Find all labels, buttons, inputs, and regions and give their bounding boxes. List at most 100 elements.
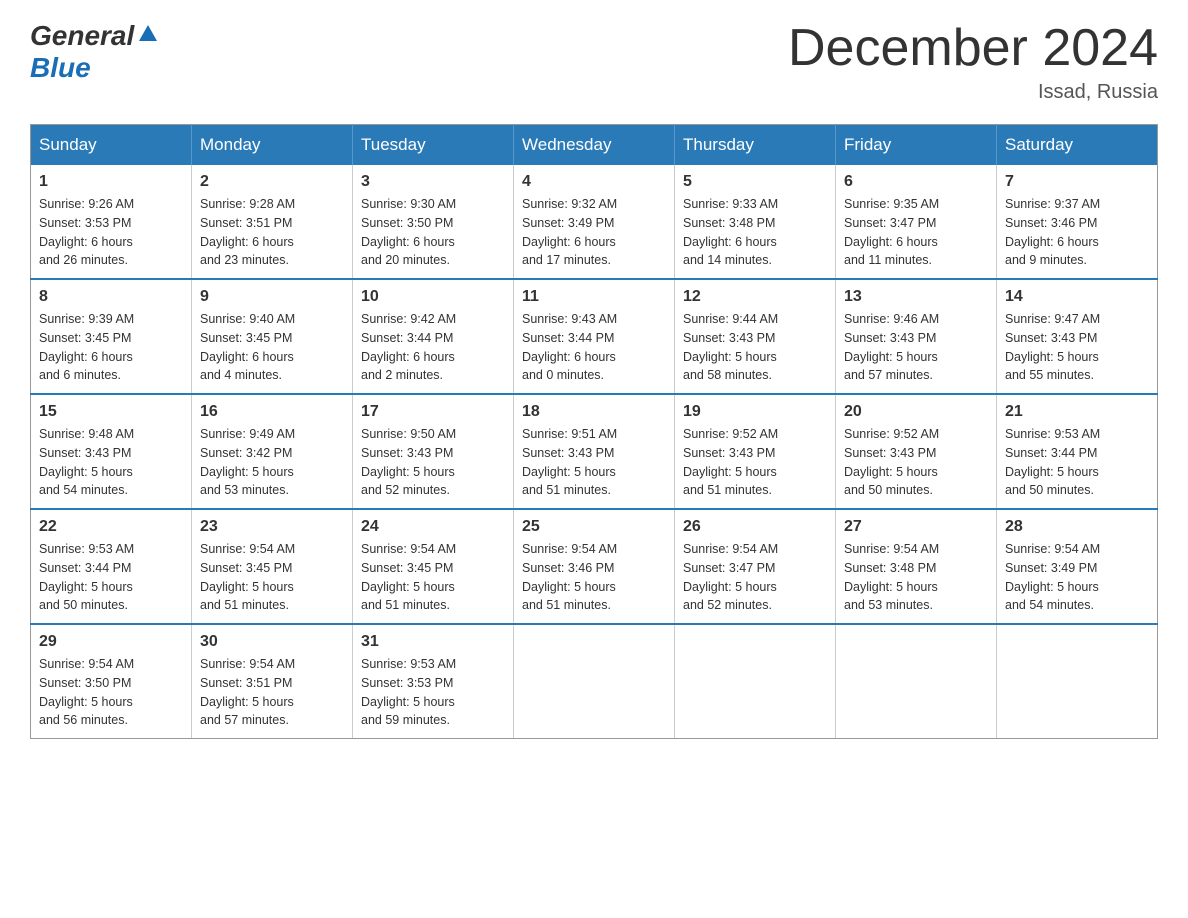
month-title: December 2024	[788, 20, 1158, 77]
day-info: Sunrise: 9:30 AMSunset: 3:50 PMDaylight:…	[361, 195, 505, 270]
day-number: 13	[844, 288, 988, 306]
calendar-cell	[514, 624, 675, 739]
day-number: 22	[39, 518, 183, 536]
calendar-cell: 15 Sunrise: 9:48 AMSunset: 3:43 PMDayligh…	[31, 394, 192, 509]
day-number: 9	[200, 288, 344, 306]
day-info: Sunrise: 9:48 AMSunset: 3:43 PMDaylight:…	[39, 425, 183, 500]
day-number: 10	[361, 288, 505, 306]
calendar-cell: 31 Sunrise: 9:53 AMSunset: 3:53 PMDayligh…	[353, 624, 514, 739]
calendar-cell: 25 Sunrise: 9:54 AMSunset: 3:46 PMDayligh…	[514, 509, 675, 624]
day-info: Sunrise: 9:51 AMSunset: 3:43 PMDaylight:…	[522, 425, 666, 500]
page-header: General Blue December 2024 Issad, Russia	[30, 20, 1158, 104]
day-info: Sunrise: 9:52 AMSunset: 3:43 PMDaylight:…	[683, 425, 827, 500]
day-number: 28	[1005, 518, 1149, 536]
calendar-cell: 3 Sunrise: 9:30 AMSunset: 3:50 PMDaylight…	[353, 165, 514, 279]
calendar-cell: 24 Sunrise: 9:54 AMSunset: 3:45 PMDayligh…	[353, 509, 514, 624]
calendar-cell: 11Sunrise: 9:43 AMSunset: 3:44 PMDayligh…	[514, 279, 675, 394]
logo-triangle-icon	[137, 23, 159, 45]
day-number: 15	[39, 403, 183, 421]
day-number: 21	[1005, 403, 1149, 421]
calendar-week-row: 15 Sunrise: 9:48 AMSunset: 3:43 PMDayligh…	[31, 394, 1158, 509]
day-info: Sunrise: 9:43 AMSunset: 3:44 PMDaylight:…	[522, 310, 666, 385]
calendar-cell: 12Sunrise: 9:44 AMSunset: 3:43 PMDayligh…	[675, 279, 836, 394]
calendar-cell: 30 Sunrise: 9:54 AMSunset: 3:51 PMDayligh…	[192, 624, 353, 739]
day-info: Sunrise: 9:54 AMSunset: 3:48 PMDaylight:…	[844, 540, 988, 615]
day-number: 2	[200, 173, 344, 191]
day-info: Sunrise: 9:28 AMSunset: 3:51 PMDaylight:…	[200, 195, 344, 270]
calendar-cell: 29 Sunrise: 9:54 AMSunset: 3:50 PMDayligh…	[31, 624, 192, 739]
calendar-cell: 2 Sunrise: 9:28 AMSunset: 3:51 PMDaylight…	[192, 165, 353, 279]
calendar-cell: 22Sunrise: 9:53 AMSunset: 3:44 PMDayligh…	[31, 509, 192, 624]
calendar-cell: 23 Sunrise: 9:54 AMSunset: 3:45 PMDayligh…	[192, 509, 353, 624]
header-thursday: Thursday	[675, 125, 836, 166]
day-info: Sunrise: 9:42 AMSunset: 3:44 PMDaylight:…	[361, 310, 505, 385]
header-friday: Friday	[836, 125, 997, 166]
header-saturday: Saturday	[997, 125, 1158, 166]
day-info: Sunrise: 9:52 AMSunset: 3:43 PMDaylight:…	[844, 425, 988, 500]
day-number: 4	[522, 173, 666, 191]
day-number: 5	[683, 173, 827, 191]
day-number: 29	[39, 633, 183, 651]
day-number: 18	[522, 403, 666, 421]
calendar-cell: 5 Sunrise: 9:33 AMSunset: 3:48 PMDaylight…	[675, 165, 836, 279]
day-info: Sunrise: 9:54 AMSunset: 3:50 PMDaylight:…	[39, 655, 183, 730]
calendar-cell: 4Sunrise: 9:32 AMSunset: 3:49 PMDaylight…	[514, 165, 675, 279]
day-info: Sunrise: 9:54 AMSunset: 3:45 PMDaylight:…	[200, 540, 344, 615]
day-info: Sunrise: 9:26 AMSunset: 3:53 PMDaylight:…	[39, 195, 183, 270]
day-number: 25	[522, 518, 666, 536]
day-info: Sunrise: 9:39 AMSunset: 3:45 PMDaylight:…	[39, 310, 183, 385]
calendar-cell: 1 Sunrise: 9:26 AMSunset: 3:53 PMDaylight…	[31, 165, 192, 279]
day-number: 30	[200, 633, 344, 651]
calendar-cell: 18 Sunrise: 9:51 AMSunset: 3:43 PMDayligh…	[514, 394, 675, 509]
logo: General Blue	[30, 20, 159, 84]
calendar-title-block: December 2024 Issad, Russia	[788, 20, 1158, 104]
day-info: Sunrise: 9:47 AMSunset: 3:43 PMDaylight:…	[1005, 310, 1149, 385]
day-info: Sunrise: 9:33 AMSunset: 3:48 PMDaylight:…	[683, 195, 827, 270]
calendar-cell: 28 Sunrise: 9:54 AMSunset: 3:49 PMDayligh…	[997, 509, 1158, 624]
calendar-cell: 14 Sunrise: 9:47 AMSunset: 3:43 PMDayligh…	[997, 279, 1158, 394]
day-number: 20	[844, 403, 988, 421]
calendar-week-row: 8Sunrise: 9:39 AMSunset: 3:45 PMDaylight…	[31, 279, 1158, 394]
calendar-week-row: 1 Sunrise: 9:26 AMSunset: 3:53 PMDaylight…	[31, 165, 1158, 279]
calendar-cell: 7Sunrise: 9:37 AMSunset: 3:46 PMDaylight…	[997, 165, 1158, 279]
day-info: Sunrise: 9:40 AMSunset: 3:45 PMDaylight:…	[200, 310, 344, 385]
day-info: Sunrise: 9:54 AMSunset: 3:51 PMDaylight:…	[200, 655, 344, 730]
day-info: Sunrise: 9:54 AMSunset: 3:49 PMDaylight:…	[1005, 540, 1149, 615]
header-sunday: Sunday	[31, 125, 192, 166]
calendar-cell: 19 Sunrise: 9:52 AMSunset: 3:43 PMDayligh…	[675, 394, 836, 509]
day-number: 24	[361, 518, 505, 536]
day-number: 23	[200, 518, 344, 536]
calendar-cell: 20 Sunrise: 9:52 AMSunset: 3:43 PMDayligh…	[836, 394, 997, 509]
day-number: 3	[361, 173, 505, 191]
calendar-cell: 8Sunrise: 9:39 AMSunset: 3:45 PMDaylight…	[31, 279, 192, 394]
calendar-cell: 17Sunrise: 9:50 AMSunset: 3:43 PMDayligh…	[353, 394, 514, 509]
day-info: Sunrise: 9:44 AMSunset: 3:43 PMDaylight:…	[683, 310, 827, 385]
calendar-cell: 26Sunrise: 9:54 AMSunset: 3:47 PMDayligh…	[675, 509, 836, 624]
day-info: Sunrise: 9:35 AMSunset: 3:47 PMDaylight:…	[844, 195, 988, 270]
calendar-cell: 27 Sunrise: 9:54 AMSunset: 3:48 PMDayligh…	[836, 509, 997, 624]
calendar-cell	[836, 624, 997, 739]
day-info: Sunrise: 9:37 AMSunset: 3:46 PMDaylight:…	[1005, 195, 1149, 270]
day-number: 31	[361, 633, 505, 651]
calendar-cell: 6 Sunrise: 9:35 AMSunset: 3:47 PMDaylight…	[836, 165, 997, 279]
day-number: 27	[844, 518, 988, 536]
day-info: Sunrise: 9:54 AMSunset: 3:47 PMDaylight:…	[683, 540, 827, 615]
calendar-cell: 13Sunrise: 9:46 AMSunset: 3:43 PMDayligh…	[836, 279, 997, 394]
day-number: 1	[39, 173, 183, 191]
day-info: Sunrise: 9:54 AMSunset: 3:45 PMDaylight:…	[361, 540, 505, 615]
calendar-cell: 10 Sunrise: 9:42 AMSunset: 3:44 PMDayligh…	[353, 279, 514, 394]
location-subtitle: Issad, Russia	[788, 81, 1158, 104]
day-info: Sunrise: 9:49 AMSunset: 3:42 PMDaylight:…	[200, 425, 344, 500]
day-info: Sunrise: 9:53 AMSunset: 3:44 PMDaylight:…	[1005, 425, 1149, 500]
logo-blue-text: Blue	[30, 52, 91, 83]
day-number: 19	[683, 403, 827, 421]
day-number: 6	[844, 173, 988, 191]
header-tuesday: Tuesday	[353, 125, 514, 166]
calendar-cell: 9 Sunrise: 9:40 AMSunset: 3:45 PMDaylight…	[192, 279, 353, 394]
day-info: Sunrise: 9:53 AMSunset: 3:53 PMDaylight:…	[361, 655, 505, 730]
day-number: 17	[361, 403, 505, 421]
day-info: Sunrise: 9:54 AMSunset: 3:46 PMDaylight:…	[522, 540, 666, 615]
day-number: 14	[1005, 288, 1149, 306]
day-number: 16	[200, 403, 344, 421]
calendar-week-row: 22Sunrise: 9:53 AMSunset: 3:44 PMDayligh…	[31, 509, 1158, 624]
